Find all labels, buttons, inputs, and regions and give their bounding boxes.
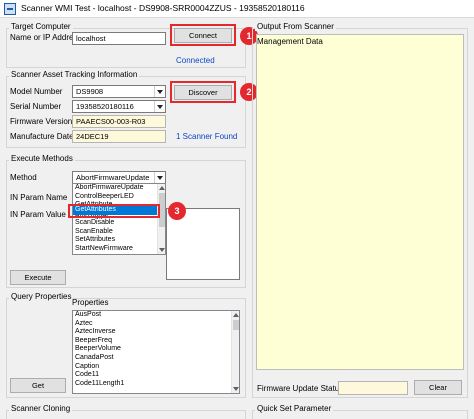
output-text-area[interactable] xyxy=(256,34,464,370)
property-item[interactable]: Code11 xyxy=(73,371,239,380)
property-item[interactable]: AztecInverse xyxy=(73,328,239,337)
target-computer-legend: Target Computer xyxy=(9,22,73,31)
query-properties-legend: Query Properties xyxy=(9,292,74,301)
mfg-date-field: 24DEC19 xyxy=(72,130,166,143)
in-param-value-label: IN Param Value xyxy=(10,210,66,219)
quick-set-legend: Quick Set Parameter xyxy=(255,404,334,413)
method-dropdown-arrow-icon[interactable] xyxy=(154,172,165,183)
firmware-field: PAAECS00-003-R03 xyxy=(72,115,166,128)
method-list-scrollbar[interactable] xyxy=(157,184,165,254)
method-option[interactable]: SetAttributes xyxy=(73,236,165,245)
method-option[interactable]: AbortFirmwareUpdate xyxy=(73,184,165,193)
connect-button[interactable]: Connect xyxy=(174,28,232,43)
getattributes-highlight xyxy=(68,204,160,218)
scroll-down-icon[interactable] xyxy=(233,387,239,391)
get-button[interactable]: Get xyxy=(10,378,66,393)
serial-label: Serial Number xyxy=(10,102,62,111)
method-label: Method xyxy=(10,173,37,182)
in-param-name-label: IN Param Name xyxy=(10,193,68,202)
model-select[interactable]: DS9908 xyxy=(72,85,166,98)
mfg-date-label: Manufacture Date xyxy=(10,132,74,141)
method-option[interactable]: ScanEnable xyxy=(73,228,165,237)
properties-label: Properties xyxy=(72,298,109,307)
window-title: Scanner WMI Test - localhost - DS9908-SR… xyxy=(21,3,305,13)
serial-dropdown-arrow-icon[interactable] xyxy=(154,101,165,112)
title-bar: Scanner WMI Test - localhost - DS9908-SR… xyxy=(0,0,474,18)
property-item[interactable]: AusPost xyxy=(73,311,239,320)
method-option[interactable]: ScanDisable xyxy=(73,219,165,228)
discover-button[interactable]: Discover xyxy=(174,85,232,100)
property-item[interactable]: Caption xyxy=(73,363,239,372)
property-item[interactable]: BeeperFreq xyxy=(73,337,239,346)
serial-select[interactable]: 19358520180116 xyxy=(72,100,166,113)
method-dropdown-list[interactable]: AbortFirmwareUpdate ControlBeeperLED Get… xyxy=(72,183,166,255)
firmware-label: Firmware Version xyxy=(10,117,73,126)
scroll-thumb[interactable] xyxy=(233,320,239,330)
name-ip-field[interactable]: localhost xyxy=(72,32,166,45)
asset-tracking-legend: Scanner Asset Tracking Information xyxy=(9,70,140,79)
clear-button[interactable]: Clear xyxy=(414,380,462,395)
model-label: Model Number xyxy=(10,87,63,96)
property-item[interactable]: CanadaPost xyxy=(73,354,239,363)
serial-value: 19358520180116 xyxy=(76,102,134,111)
property-item[interactable]: BeeperVolume xyxy=(73,345,239,354)
property-item[interactable]: Code11Length1 xyxy=(73,380,239,389)
fw-update-status-field xyxy=(338,381,408,395)
connection-status: Connected xyxy=(176,56,215,65)
management-data-label: Management Data xyxy=(257,37,323,46)
model-dropdown-arrow-icon[interactable] xyxy=(154,86,165,97)
callout-badge-3: 3 xyxy=(168,202,186,220)
scroll-up-icon[interactable] xyxy=(159,186,165,190)
output-legend: Output From Scanner xyxy=(255,22,336,31)
method-option[interactable]: StartNewFirmware xyxy=(73,245,165,254)
model-value: DS9908 xyxy=(76,87,104,96)
app-icon xyxy=(4,3,16,15)
scroll-up-icon[interactable] xyxy=(233,313,239,317)
execute-methods-legend: Execute Methods xyxy=(9,154,75,163)
scroll-down-icon[interactable] xyxy=(159,248,165,252)
method-value: AbortFirmwareUpdate xyxy=(76,173,150,182)
name-ip-label: Name or IP Address xyxy=(10,33,82,42)
execute-button[interactable]: Execute xyxy=(10,270,66,285)
scanner-found-text: 1 Scanner Found xyxy=(176,132,238,141)
properties-scrollbar[interactable] xyxy=(231,311,239,393)
fw-update-status-label: Firmware Update Status xyxy=(257,384,344,393)
properties-list[interactable]: AusPost Aztec AztecInverse BeeperFreq Be… xyxy=(72,310,240,394)
scanner-cloning-legend: Scanner Cloning xyxy=(9,404,73,413)
property-item[interactable]: Aztec xyxy=(73,320,239,329)
method-option[interactable]: ControlBeeperLED xyxy=(73,193,165,202)
